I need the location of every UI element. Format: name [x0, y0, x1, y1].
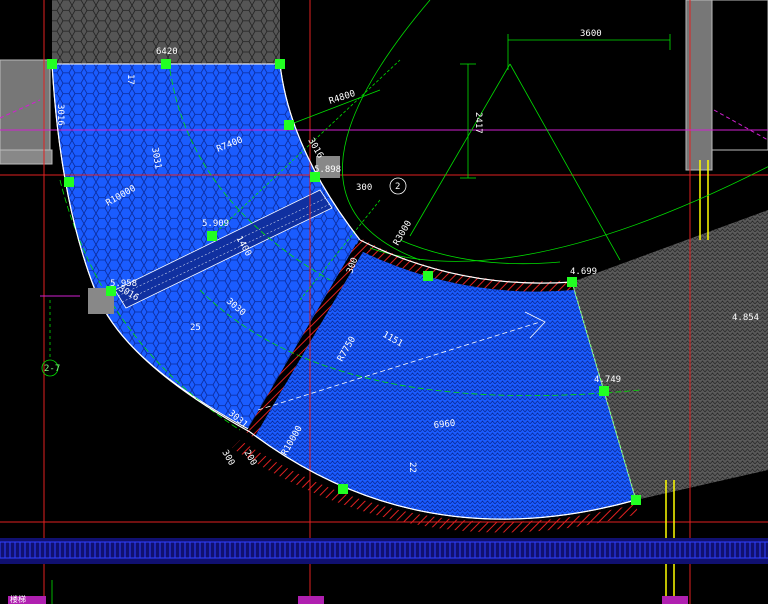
dim-300-top: 300	[356, 183, 372, 193]
magenta-marker-mid	[298, 596, 324, 604]
dim-3016-left: 3016	[55, 104, 65, 126]
cad-drawing-canvas: 3600 2417 R4800 R7400 R10000 R3000 R7750…	[0, 0, 768, 604]
dim-3016-right: 3016	[305, 137, 325, 161]
elev-5898: 5.898	[314, 165, 341, 175]
elev-4699: 4.699	[570, 267, 597, 277]
bottom-left-note: 楼梯	[10, 594, 26, 604]
dim-17: 17	[125, 74, 135, 85]
dim-25: 25	[190, 323, 201, 333]
dim-2417: 2417	[473, 112, 483, 134]
dim-3600: 3600	[580, 29, 602, 39]
axis-ref-2-7: 2-7	[44, 364, 60, 374]
circle-mark-2: 2	[395, 182, 400, 192]
dim-300-bottom-left: 300	[219, 449, 236, 468]
elev-5909: 5.909	[202, 219, 229, 229]
elev-5958: 5.958	[110, 279, 137, 289]
dim-6420: 6420	[156, 47, 178, 57]
elev-4854: 4.854	[732, 313, 759, 323]
magenta-marker-right	[662, 596, 688, 604]
dim-22: 22	[407, 462, 417, 473]
elev-4749: 4.749	[594, 375, 621, 385]
dim-r3000: R3000	[392, 219, 414, 247]
